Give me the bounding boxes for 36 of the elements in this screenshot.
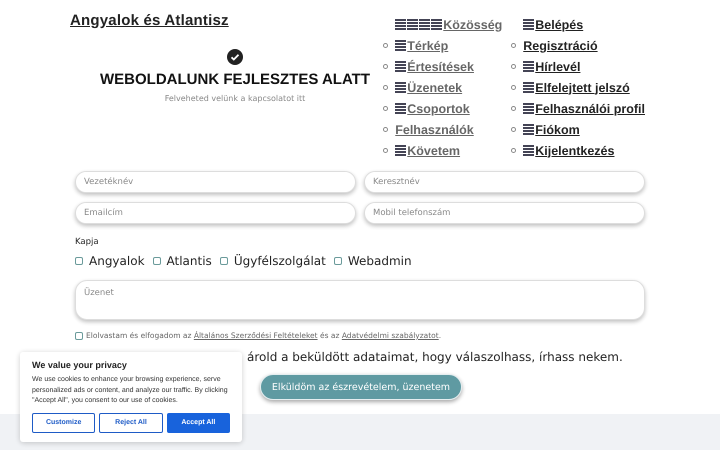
menu-link[interactable]: Regisztráció (523, 38, 598, 52)
menu-link[interactable]: Kijelentkezés (523, 144, 614, 158)
option-label: Atlantis (166, 254, 212, 268)
input-field[interactable]: Vezetéknév (75, 171, 356, 193)
checkbox[interactable] (220, 257, 228, 265)
subheading: Felveheted velünk a kapcsolatot itt (164, 94, 306, 103)
menu-link[interactable]: Felhasználók (395, 122, 474, 136)
cookie-title: We value your privacy (32, 360, 128, 370)
menu-link[interactable]: Hírlevél (523, 60, 580, 74)
consent-text: árold a beküldött adataimat, hogy válaszolhass, írhass nekem. (247, 350, 623, 364)
menu-link[interactable]: Belépés (523, 18, 584, 32)
check-circle-icon (227, 49, 243, 65)
recipients-label: Kapja (75, 237, 100, 247)
checkbox[interactable] (152, 257, 161, 265)
input-field[interactable]: Mobil telefonszám (364, 202, 645, 224)
site-title[interactable]: Angyalok és Atlantisz (70, 12, 229, 29)
checkbox[interactable] (334, 257, 342, 265)
submit-button[interactable]: Elküldöm az észrevételem, üzenetem (260, 374, 462, 400)
option-label: Angyalok (89, 254, 145, 268)
menu-link[interactable]: Felhasználói profil (523, 102, 645, 116)
input-field[interactable]: Keresztnév (364, 171, 645, 193)
message-field[interactable]: Üzenet (75, 280, 645, 320)
checkbox[interactable] (75, 257, 83, 265)
menu-link[interactable]: Értesítések (395, 60, 474, 74)
option-label: Webadmin (348, 254, 412, 268)
menu-link[interactable]: Üzenetek (395, 80, 462, 94)
page-heading: WEBOLDALUNK FEJLESZTES ALATT (100, 71, 370, 88)
menu-link[interactable]: Elfelejtett jelszó (523, 80, 630, 94)
menu-link[interactable]: Csoportok (395, 102, 470, 116)
menu-link[interactable]: Követem (395, 144, 460, 158)
menu-link[interactable]: Fiókom (523, 122, 580, 136)
menu-link[interactable]: Térkép (395, 38, 448, 52)
menu-link[interactable]: Közösség (395, 18, 502, 32)
option-label: Ügyfélszolgálat (234, 254, 326, 268)
checkbox[interactable] (75, 332, 83, 340)
input-field[interactable]: Emailcím (75, 202, 356, 224)
